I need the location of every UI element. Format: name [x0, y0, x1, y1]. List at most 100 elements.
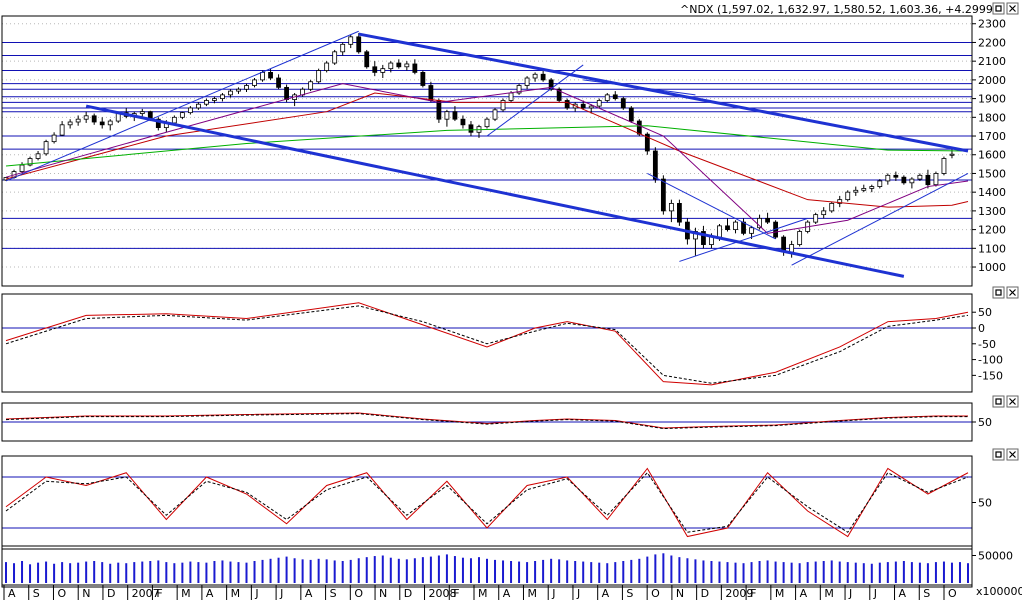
candle [244, 85, 249, 90]
candle [652, 150, 658, 180]
x-tick-label: S [923, 587, 930, 600]
x-tick-label: N [676, 587, 684, 600]
x-tick-label: A [800, 587, 808, 600]
candle [668, 202, 674, 212]
candle [797, 231, 803, 245]
candle [444, 111, 450, 120]
x-tick-label: M [478, 587, 488, 600]
candle [925, 174, 931, 186]
stochastic-panel: 50 [2, 467, 992, 538]
candle [107, 120, 113, 126]
candle [452, 111, 458, 120]
strength-panel: 50 [2, 412, 992, 430]
candle [195, 103, 201, 109]
candle [428, 85, 434, 101]
candle [436, 100, 442, 120]
x-tick-label: A [602, 587, 610, 600]
y-tick-label: 1900 [978, 93, 1006, 106]
candle [284, 86, 289, 100]
x-tick-label: J [551, 587, 555, 600]
candle [83, 115, 89, 120]
candle [212, 98, 217, 101]
x-tick-label: S [330, 587, 337, 600]
y-tick-label: 2100 [978, 55, 1006, 68]
y-tick-label: 0 [978, 322, 985, 335]
candle [187, 107, 193, 114]
y-tick-label: 1700 [978, 130, 1006, 143]
stock-chart: ^NDX (1,597.02, 1,632.97, 1,580.52, 1,60… [1, 2, 1022, 600]
volume-multiplier: x100000 [976, 585, 1022, 598]
candle [388, 62, 394, 70]
x-axis: A S O N D 2007F M A M J J A S O N D 2008F M A M J J A S O N D 2009F… [2, 584, 972, 600]
candle [324, 62, 330, 71]
indicator-line [5, 467, 969, 538]
x-tick-label: J [576, 587, 580, 600]
x-tick-label: A [206, 587, 214, 600]
x-tick-label: F [156, 587, 162, 600]
stochastic-panel-frame [1, 455, 973, 550]
candle [941, 158, 947, 174]
trendline [583, 79, 696, 96]
y-tick-label: 50 [978, 306, 992, 319]
moving-average-line [5, 125, 969, 167]
candle [220, 94, 225, 99]
candle [356, 36, 362, 53]
x-tick-label: A [305, 587, 313, 600]
candle [893, 174, 899, 178]
candle [468, 124, 474, 133]
x-tick-label: J [848, 587, 852, 600]
candle [588, 105, 594, 109]
candle [236, 88, 241, 92]
x-tick-label: O [948, 587, 957, 600]
y-tick-label: 1800 [978, 111, 1006, 124]
restore-button[interactable] [992, 395, 1005, 408]
trendline [5, 30, 359, 182]
restore-button[interactable] [992, 286, 1005, 299]
candle [396, 62, 402, 68]
candle [677, 202, 682, 223]
candle [412, 63, 418, 73]
candle [813, 214, 819, 223]
x-tick-label: N [82, 587, 90, 600]
candle [564, 100, 570, 109]
candle [596, 100, 602, 107]
y-tick-label: 50000 [978, 550, 1013, 563]
x-tick-label: S [33, 587, 40, 600]
candle [204, 100, 209, 105]
price-panel-frame [1, 15, 973, 287]
candle [35, 153, 41, 159]
candle [853, 189, 859, 193]
y-tick-label: 2200 [978, 36, 1006, 49]
x-tick-label: M [527, 587, 537, 600]
x-tick-label: M [181, 587, 191, 600]
x-tick-label: D [107, 587, 115, 600]
y-tick-label: 2000 [978, 74, 1006, 87]
candle [877, 180, 883, 187]
y-tick-label: 50 [978, 416, 992, 429]
y-tick-label: 1400 [978, 186, 1006, 199]
y-tick-label: -50 [978, 338, 996, 351]
x-tick-label: N [379, 587, 387, 600]
candle [508, 92, 514, 101]
x-tick-label: D [701, 587, 709, 600]
candle [917, 174, 923, 180]
signal-line [5, 305, 969, 384]
candle [949, 153, 955, 156]
candle [43, 141, 49, 155]
candle [420, 72, 426, 86]
y-tick-label: 1100 [978, 242, 1006, 255]
restore-button[interactable] [992, 2, 1005, 15]
chart-title: ^NDX (1,597.02, 1,632.97, 1,580.52, 1,60… [680, 3, 1004, 16]
y-tick-label: 1000 [978, 261, 1006, 274]
candle [660, 178, 666, 212]
candle [171, 116, 177, 124]
candle [909, 178, 915, 184]
candle [460, 118, 466, 126]
oscillator-panel-frame [1, 293, 973, 393]
x-tick-label: M [775, 587, 785, 600]
candle [484, 118, 490, 128]
restore-button[interactable] [992, 448, 1005, 461]
candle [580, 103, 586, 109]
candle [628, 107, 634, 122]
y-tick-label: 1600 [978, 149, 1006, 162]
